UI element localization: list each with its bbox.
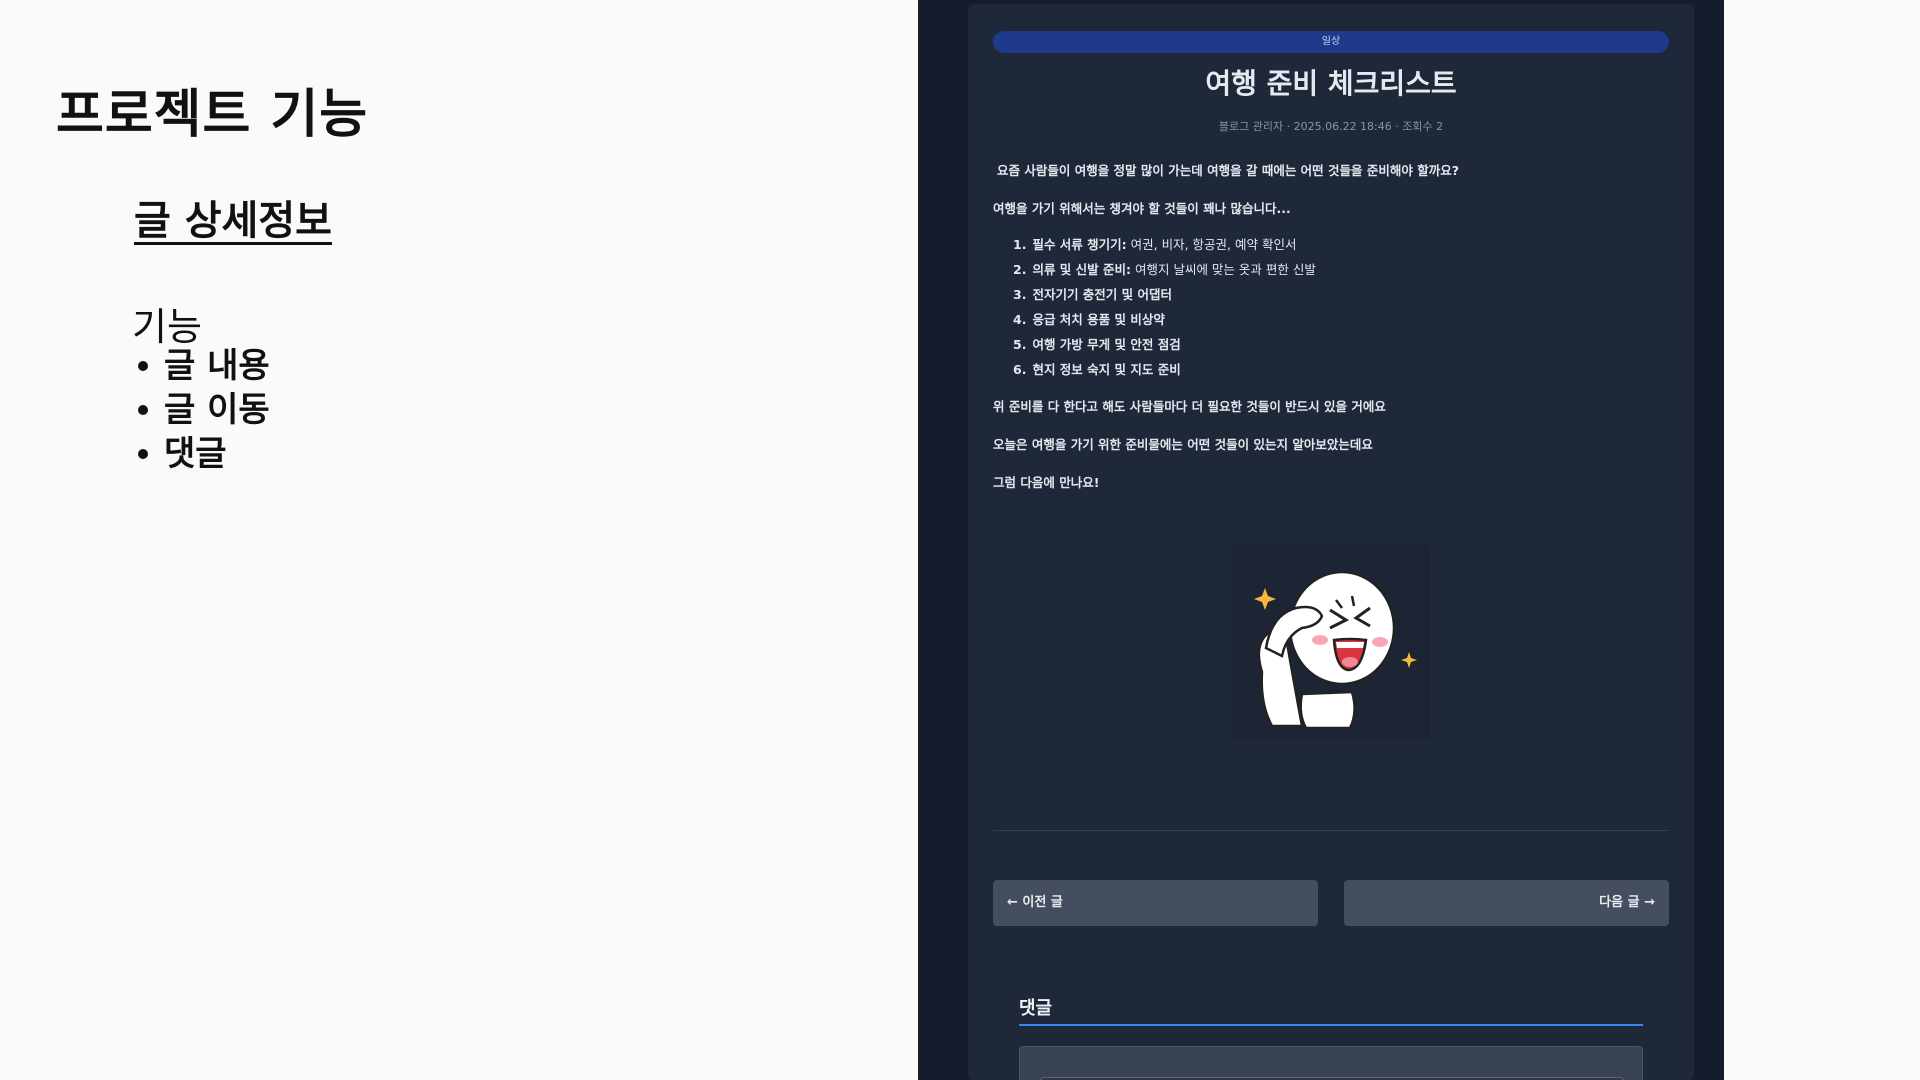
post-meta: 블로그 관리자 · 2025.06.22 18:46 · 조회수 2	[1218, 120, 1444, 133]
slide-title: 프로젝트 기능	[56, 85, 369, 145]
item-title: 응급 처치 용품 및 비상약	[1032, 312, 1165, 327]
feature-item: 댓글	[132, 432, 270, 476]
post-detail-screenshot: 일상 여행 준비 체크리스트 블로그 관리자 · 2025.06.22 18:4…	[918, 0, 1724, 1080]
post-paragraph: 오늘은 여행을 가기 위한 준비물에는 어떤 것들이 있는지 알아보았는데요	[993, 437, 1373, 452]
post-lead: 여행을 가기 위해서는 챙겨야 할 것들이 꽤나 많습니다...	[993, 201, 1291, 216]
item-title: 현지 정보 숙지 및 지도 준비	[1032, 362, 1181, 377]
item-number: 5.	[1013, 337, 1027, 352]
checklist-item: 2. 의류 및 신발 준비: 여행지 날씨에 맞는 옷과 편한 신발	[1013, 257, 1316, 282]
checklist: 1. 필수 서류 챙기기: 여권, 비자, 항공권, 예약 확인서 2. 의류 및 …	[1013, 232, 1316, 382]
feature-label: 댓글	[164, 434, 227, 474]
comment-form	[1019, 1046, 1643, 1080]
item-title: 필수 서류 챙기기:	[1032, 237, 1127, 252]
checklist-item: 1. 필수 서류 챙기기: 여권, 비자, 항공권, 예약 확인서	[1013, 232, 1316, 257]
item-number: 4.	[1013, 312, 1027, 327]
comments-title: 댓글	[1019, 998, 1053, 1019]
salute-character-icon	[1254, 570, 1417, 730]
feature-label: 글 이동	[164, 390, 270, 430]
post-paragraph: 그럼 다음에 만나요!	[993, 475, 1100, 490]
comments-underline	[1019, 1024, 1643, 1026]
post-paragraph: 위 준비를 다 한다고 해도 사람들마다 더 필요한 것들이 반드시 있을 거에…	[993, 399, 1386, 414]
item-number: 6.	[1013, 362, 1027, 377]
item-number: 1.	[1013, 237, 1027, 252]
item-title: 의류 및 신발 준비:	[1032, 262, 1132, 277]
bullet-icon	[138, 405, 148, 415]
checklist-item: 6. 현지 정보 숙지 및 지도 준비	[1013, 357, 1316, 382]
next-post-button[interactable]: 다음 글 →	[1344, 880, 1669, 926]
feature-list: 글 내용 글 이동 댓글	[132, 344, 270, 476]
bullet-icon	[138, 361, 148, 371]
checklist-item: 4. 응급 처치 용품 및 비상약	[1013, 307, 1316, 332]
sticker-image	[1232, 544, 1430, 740]
feature-label: 글 내용	[164, 346, 270, 386]
bullet-icon	[138, 449, 148, 459]
checklist-item: 5. 여행 가방 무게 및 안전 점검	[1013, 332, 1316, 357]
feature-item: 글 내용	[132, 344, 270, 388]
item-detail: 여권, 비자, 항공권, 예약 확인서	[1126, 237, 1297, 252]
prev-post-button[interactable]: ← 이전 글	[993, 880, 1318, 926]
post-card: 일상 여행 준비 체크리스트 블로그 관리자 · 2025.06.22 18:4…	[968, 4, 1694, 1080]
item-detail: 여행지 날씨에 맞는 옷과 편한 신발	[1131, 262, 1316, 277]
item-number: 3.	[1013, 287, 1027, 302]
content-divider	[993, 830, 1669, 831]
category-badge[interactable]: 일상	[993, 31, 1669, 53]
feature-item: 글 이동	[132, 388, 270, 432]
item-number: 2.	[1013, 262, 1027, 277]
post-intro: 요즘 사람들이 여행을 정말 많이 가는데 여행을 갈 때에는 어떤 것들을 준…	[997, 163, 1459, 178]
feature-heading: 기능	[132, 305, 202, 349]
item-title: 여행 가방 무게 및 안전 점검	[1032, 337, 1181, 352]
post-title: 여행 준비 체크리스트	[1205, 67, 1457, 100]
item-title: 전자기기 충전기 및 어댑터	[1032, 287, 1173, 302]
slide-subtitle: 글 상세정보	[134, 198, 332, 244]
checklist-item: 3. 전자기기 충전기 및 어댑터	[1013, 282, 1316, 307]
